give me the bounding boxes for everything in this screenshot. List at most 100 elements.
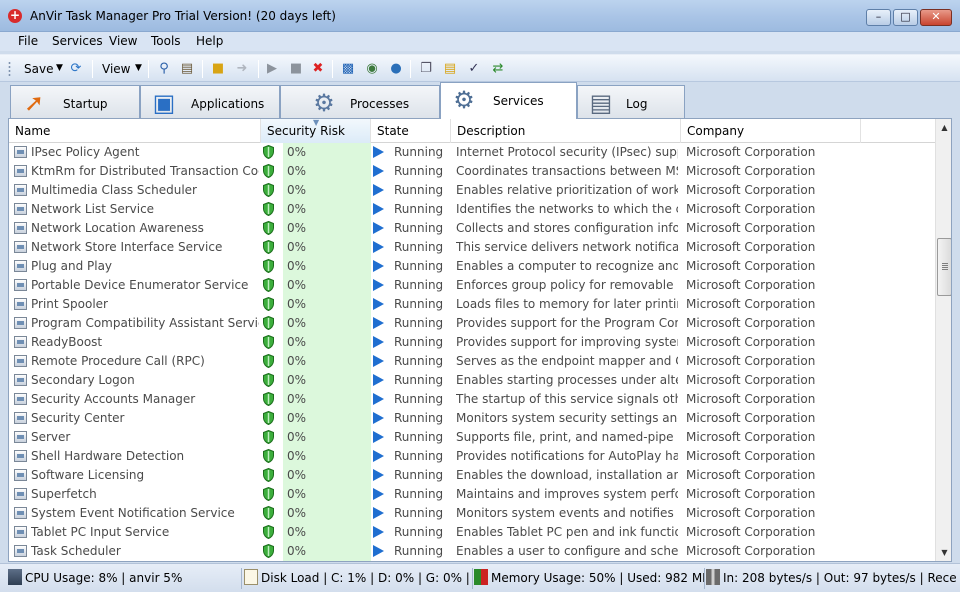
column-header-security-risk[interactable]: ▼ Security Risk: [261, 119, 371, 143]
toolbar-grip[interactable]: [8, 61, 11, 77]
search-icon[interactable]: ⚲: [156, 61, 172, 77]
tab-applications[interactable]: ▣ Applications: [140, 85, 280, 118]
folder-icon[interactable]: ▤: [442, 61, 458, 77]
goto-icon[interactable]: ➜: [234, 61, 250, 77]
security-risk-value: 0%: [287, 373, 307, 387]
shield-icon: [263, 182, 274, 198]
start-service-icon[interactable]: ▶: [264, 61, 280, 77]
table-row[interactable]: Network Location Awareness 0% Running Colle…: [9, 219, 935, 238]
view-dropdown-icon[interactable]: ▼: [135, 63, 142, 73]
stop-service-icon[interactable]: ■: [288, 61, 304, 77]
tab-services[interactable]: ⚙ Services: [440, 82, 577, 119]
running-icon: [373, 469, 384, 481]
menu-help[interactable]: Help: [196, 34, 223, 48]
menu-services[interactable]: Services: [52, 34, 103, 48]
applications-icon: ▣: [152, 89, 176, 117]
network-icon[interactable]: ◉: [364, 61, 380, 77]
column-header-company[interactable]: Company: [681, 119, 861, 143]
security-risk-value: 0%: [287, 259, 307, 273]
service-state: Running: [394, 544, 444, 558]
column-header-name[interactable]: Name: [9, 119, 261, 143]
table-row[interactable]: Plug and Play 0% Running Enables a computer…: [9, 257, 935, 276]
security-risk-value: 0%: [287, 183, 307, 197]
tab-log[interactable]: ▤ Log: [577, 85, 685, 118]
service-company: Microsoft Corporation: [686, 487, 816, 501]
service-name: Network Location Awareness: [31, 221, 204, 235]
view-button[interactable]: View: [102, 62, 130, 76]
table-row[interactable]: ReadyBoost 0% Running Provides support for …: [9, 333, 935, 352]
status-cpu[interactable]: CPU Usage: 8% | anvir 5%: [8, 568, 242, 589]
menu-tools[interactable]: Tools: [151, 34, 181, 48]
table-row[interactable]: KtmRm for Distributed Transaction Coor..…: [9, 162, 935, 181]
menu-file[interactable]: File: [18, 34, 38, 48]
table-row[interactable]: Task Scheduler 0% Running Enables a user to…: [9, 542, 935, 561]
startup-icon: ➚: [23, 89, 45, 117]
tab-label: Log: [626, 97, 648, 111]
service-name: Security Accounts Manager: [31, 392, 196, 406]
table-row[interactable]: Server 0% Running Supports file, print, and…: [9, 428, 935, 447]
minimize-button[interactable]: –: [866, 9, 891, 26]
maximize-button[interactable]: □: [893, 9, 918, 26]
service-description: Collects and stores configuration infor.…: [456, 221, 678, 235]
delete-icon[interactable]: ✖: [310, 61, 326, 77]
close-button[interactable]: ✕: [920, 9, 952, 26]
table-row[interactable]: System Event Notification Service 0% Runni…: [9, 504, 935, 523]
security-risk-value: 0%: [287, 316, 307, 330]
table-row[interactable]: Shell Hardware Detection 0% Running Provide…: [9, 447, 935, 466]
shield-icon: [263, 220, 274, 236]
status-memory[interactable]: Memory Usage: 50% | Used: 982 MB | To: [474, 568, 705, 589]
table-row[interactable]: Tablet PC Input Service 0% Running Enables …: [9, 523, 935, 542]
run-icon[interactable]: ▩: [340, 61, 356, 77]
tab-startup[interactable]: ➚ Startup: [10, 85, 140, 118]
service-state: Running: [394, 145, 444, 159]
table-row[interactable]: Multimedia Class Scheduler 0% Running Enabl…: [9, 181, 935, 200]
table-row[interactable]: Security Accounts Manager 0% Running The st…: [9, 390, 935, 409]
service-company: Microsoft Corporation: [686, 506, 816, 520]
column-header-description[interactable]: Description: [451, 119, 681, 143]
service-description: Monitors system security settings and c.…: [456, 411, 678, 425]
table-row[interactable]: Security Center 0% Running Monitors system …: [9, 409, 935, 428]
table-row[interactable]: Remote Procedure Call (RPC) 0% Running Serv…: [9, 352, 935, 371]
status-disk[interactable]: Disk Load | C: 1% | D: 0% | G: 0% | syst…: [244, 568, 473, 589]
table-row[interactable]: Network List Service 0% Running Identifies …: [9, 200, 935, 219]
transfer-icon[interactable]: ⇄: [490, 61, 506, 77]
scroll-up-icon[interactable]: ▲: [936, 119, 951, 136]
window-title: AnVir Task Manager Pro Trial Version! (2…: [30, 9, 336, 23]
scrollbar-thumb[interactable]: [937, 238, 951, 296]
table-row[interactable]: Secondary Logon 0% Running Enables starting…: [9, 371, 935, 390]
table-row[interactable]: Print Spooler 0% Running Loads files to mem…: [9, 295, 935, 314]
service-company: Microsoft Corporation: [686, 392, 816, 406]
copy-icon[interactable]: ❐: [418, 61, 434, 77]
table-row[interactable]: Portable Device Enumerator Service 0% Runn…: [9, 276, 935, 295]
security-risk-value: 0%: [287, 411, 307, 425]
security-risk-value: 0%: [287, 430, 307, 444]
spellcheck-icon[interactable]: ✓: [466, 61, 482, 77]
save-dropdown-icon[interactable]: ▼: [56, 63, 63, 73]
tab-processes[interactable]: ⚙ Processes: [280, 85, 440, 118]
refresh-icon[interactable]: ⟳: [68, 61, 84, 77]
properties-icon[interactable]: ▤: [179, 61, 195, 77]
security-risk-value: 0%: [287, 240, 307, 254]
vertical-scrollbar[interactable]: ▲ ▼: [935, 119, 951, 561]
security-risk-value: 0%: [287, 297, 307, 311]
status-cpu-text: CPU Usage: 8% | anvir 5%: [25, 571, 183, 585]
column-header-state[interactable]: State: [371, 119, 451, 143]
globe-icon[interactable]: ●: [388, 61, 404, 77]
shield-icon: [263, 524, 274, 540]
table-row[interactable]: Program Compatibility Assistant Service 0…: [9, 314, 935, 333]
table-row[interactable]: Software Licensing 0% Running Enables the d…: [9, 466, 935, 485]
running-icon: [373, 545, 384, 557]
security-risk-value: 0%: [287, 354, 307, 368]
table-row[interactable]: IPsec Policy Agent 0% Running Internet Prot…: [9, 143, 935, 162]
scroll-down-icon[interactable]: ▼: [936, 544, 951, 561]
open-folder-icon[interactable]: ■: [210, 61, 226, 77]
menu-view[interactable]: View: [109, 34, 137, 48]
service-company: Microsoft Corporation: [686, 240, 816, 254]
save-button[interactable]: Save: [24, 62, 53, 76]
services-icon: ⚙: [453, 86, 475, 114]
status-network[interactable]: In: 208 bytes/s | Out: 97 bytes/s | Rece…: [706, 568, 956, 589]
table-row[interactable]: Superfetch 0% Running Maintains and improve…: [9, 485, 935, 504]
shield-icon: [263, 201, 274, 217]
network-icon: [706, 569, 720, 585]
table-row[interactable]: Network Store Interface Service 0% Running…: [9, 238, 935, 257]
